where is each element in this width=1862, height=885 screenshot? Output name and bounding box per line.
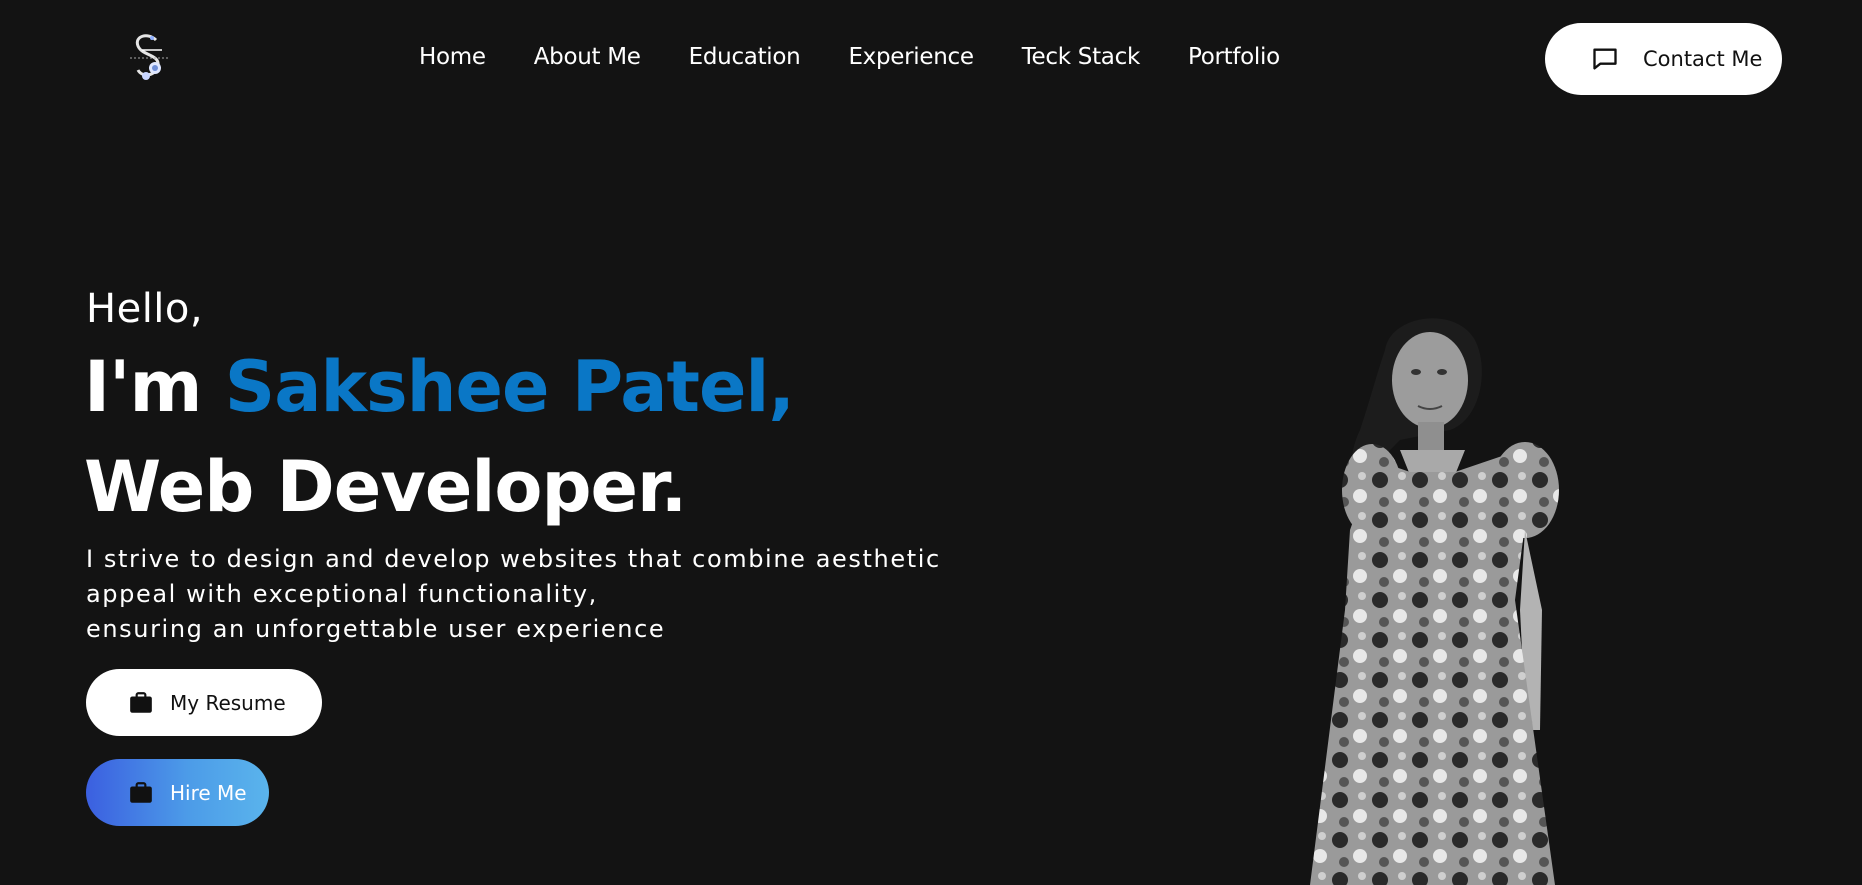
briefcase-icon <box>130 781 152 803</box>
hero-description-line: ensuring an unforgettable user experienc… <box>86 615 666 643</box>
hero-role: Web Developer. <box>84 446 687 528</box>
main-nav: Home About Me Education Experience Teck … <box>419 44 1280 70</box>
hero-intro-prefix: I'm <box>84 346 202 428</box>
contact-me-button[interactable]: Contact Me <box>1545 23 1782 95</box>
hire-me-button[interactable]: Hire Me <box>86 759 269 826</box>
my-resume-label: My Resume <box>170 690 286 715</box>
message-square-icon <box>1593 48 1617 70</box>
my-resume-button[interactable]: My Resume <box>86 669 322 736</box>
hero-description-line: I strive to design and develop websites … <box>86 545 941 573</box>
hero-greeting: Hello, <box>86 286 204 332</box>
profile-photo <box>1310 318 1559 885</box>
contact-me-label: Contact Me <box>1643 47 1763 71</box>
hero-name: Sakshee Patel, <box>224 346 795 428</box>
nav-portfolio[interactable]: Portfolio <box>1188 44 1280 70</box>
nav-experience[interactable]: Experience <box>848 44 974 70</box>
hire-me-label: Hire Me <box>170 780 247 805</box>
briefcase-icon <box>130 691 152 713</box>
logo-icon[interactable] <box>122 28 176 86</box>
nav-teck-stack[interactable]: Teck Stack <box>1022 44 1141 70</box>
hero-description: I strive to design and develop websites … <box>86 542 986 647</box>
nav-about-me[interactable]: About Me <box>534 44 641 70</box>
hero-intro: I'm Sakshee Patel, <box>84 346 795 428</box>
nav-education[interactable]: Education <box>689 44 801 70</box>
nav-home[interactable]: Home <box>419 44 486 70</box>
hero-description-line: appeal with exceptional functionality, <box>86 580 598 608</box>
